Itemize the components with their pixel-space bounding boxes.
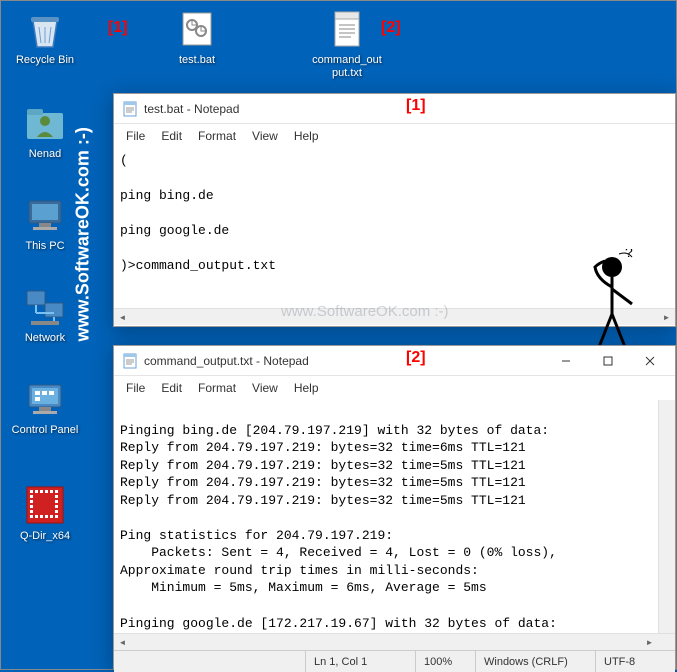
menubar: File Edit Format View Help [114, 124, 675, 148]
desktop-icon-this-pc[interactable]: This PC [9, 193, 81, 253]
desktop-icon-label: command_output.txt [311, 54, 383, 80]
vertical-scrollbar[interactable] [658, 400, 675, 633]
annotation-window-2: [2] [406, 349, 426, 367]
status-eol: Windows (CRLF) [475, 651, 595, 672]
scroll-right-icon[interactable]: ► [641, 634, 658, 650]
desktop-icon-network[interactable]: Network [9, 285, 81, 345]
vertical-watermark: www.SoftwareOK.com :-) [73, 127, 94, 341]
scroll-left-icon[interactable]: ◄ [114, 309, 131, 325]
editor-content[interactable]: Pinging bing.de [204.79.197.219] with 32… [114, 400, 675, 633]
horizontal-scrollbar[interactable]: ◄ ► [114, 633, 675, 650]
close-button[interactable] [629, 347, 671, 375]
computer-icon [23, 193, 67, 237]
titlebar[interactable]: command_output.txt - Notepad [114, 346, 675, 376]
stickfigure-cartoon: ? [577, 249, 647, 359]
bat-file-icon [175, 7, 219, 51]
menu-help[interactable]: Help [286, 126, 327, 146]
desktop-icon-control-panel[interactable]: Control Panel [9, 377, 81, 437]
menu-format[interactable]: Format [190, 378, 244, 398]
annotation-desktop-1: [1] [108, 19, 128, 37]
recycle-bin-icon [23, 7, 67, 51]
menu-view[interactable]: View [244, 126, 286, 146]
status-encoding: UTF-8 [595, 651, 675, 672]
desktop-icon-nenad[interactable]: Nenad [9, 101, 81, 161]
annotation-window-1: [1] [406, 97, 426, 115]
notepad-icon [122, 353, 138, 369]
minimize-button[interactable] [545, 347, 587, 375]
statusbar: Ln 1, Col 1 100% Windows (CRLF) UTF-8 [114, 650, 675, 672]
menu-edit[interactable]: Edit [153, 378, 190, 398]
scroll-left-icon[interactable]: ◄ [114, 634, 131, 650]
control-panel-icon [23, 377, 67, 421]
menubar: File Edit Format View Help [114, 376, 675, 400]
menu-file[interactable]: File [118, 126, 153, 146]
desktop-icon-label: Network [9, 332, 81, 345]
network-icon [23, 285, 67, 329]
desktop-icon-recycle-bin[interactable]: Recycle Bin [9, 7, 81, 67]
user-folder-icon [23, 101, 67, 145]
desktop-icon-qdir[interactable]: Q-Dir_x64 [9, 483, 81, 543]
maximize-button[interactable] [587, 347, 629, 375]
desktop-icon-label: This PC [9, 240, 81, 253]
desktop-icon-label: Nenad [9, 148, 81, 161]
desktop-icon-label: Control Panel [9, 424, 81, 437]
window-title: command_output.txt - Notepad [144, 354, 545, 368]
notepad-window-2[interactable]: command_output.txt - Notepad File Edit F… [113, 345, 676, 669]
menu-file[interactable]: File [118, 378, 153, 398]
menu-format[interactable]: Format [190, 126, 244, 146]
desktop-icon-command-output[interactable]: command_output.txt [311, 7, 383, 80]
desktop-icon-label: Q-Dir_x64 [9, 530, 81, 543]
titlebar[interactable]: test.bat - Notepad [114, 94, 675, 124]
scroll-right-icon[interactable]: ► [658, 309, 675, 325]
annotation-desktop-2: [2] [381, 19, 401, 37]
notepad-icon [122, 101, 138, 117]
desktop-icon-test-bat[interactable]: test.bat [161, 7, 233, 67]
status-zoom: 100% [415, 651, 475, 672]
menu-help[interactable]: Help [286, 378, 327, 398]
desktop-icon-label: Recycle Bin [9, 54, 81, 67]
txt-file-icon [325, 7, 369, 51]
desktop-icon-label: test.bat [161, 54, 233, 67]
qdir-icon [23, 483, 67, 527]
scroll-track[interactable] [131, 634, 641, 650]
menu-edit[interactable]: Edit [153, 126, 190, 146]
menu-view[interactable]: View [244, 378, 286, 398]
status-position: Ln 1, Col 1 [305, 651, 415, 672]
content-watermark-1: www.SoftwareOK.com :-) [281, 303, 449, 320]
